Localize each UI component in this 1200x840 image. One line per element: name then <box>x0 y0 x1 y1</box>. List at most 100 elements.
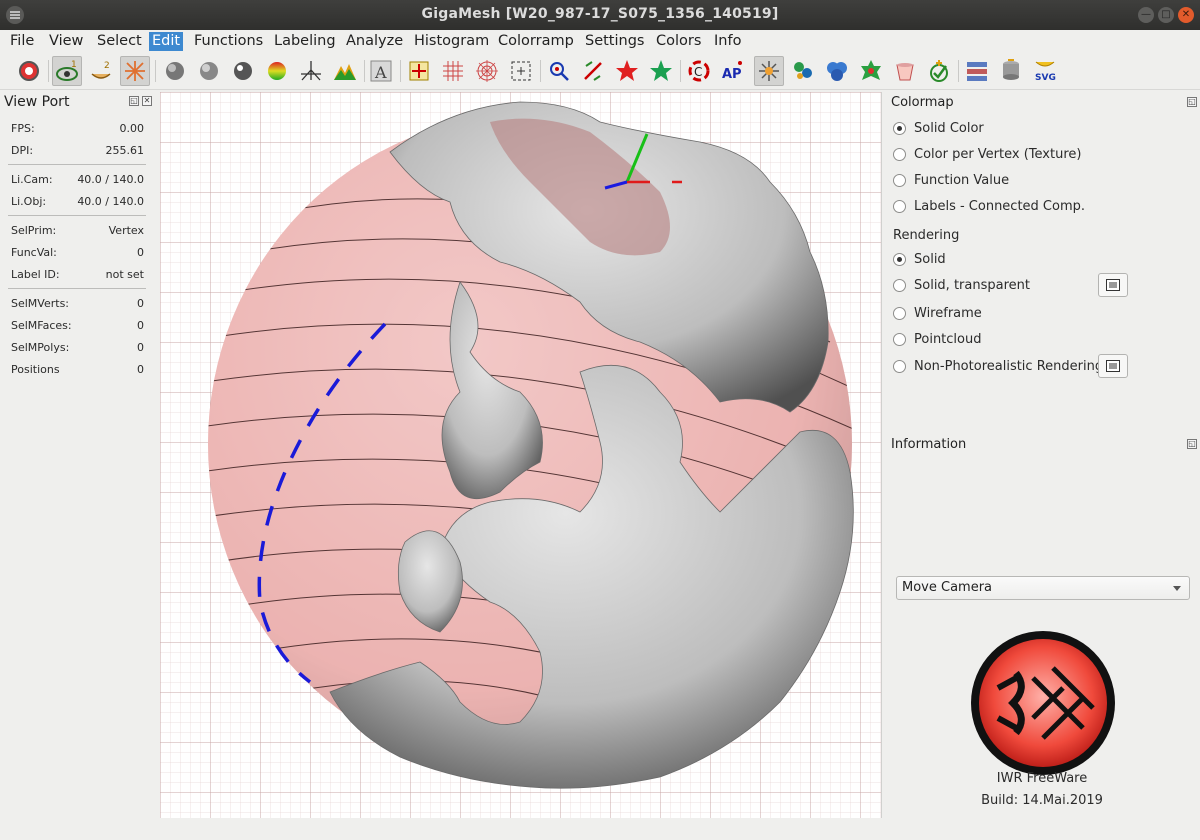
viewport-row-licam: Li.Cam: 40.0 / 140.0 <box>11 173 144 186</box>
chevron-down-icon <box>1173 586 1181 591</box>
information-title: Information <box>891 437 967 452</box>
svg-export-icon[interactable]: SVG <box>1030 56 1060 86</box>
minimize-button[interactable]: — <box>1138 7 1154 23</box>
grid-icon[interactable] <box>438 56 468 86</box>
screenshot-icon[interactable] <box>14 56 44 86</box>
right-panel: Colormap ◱ Solid Color Color per Vertex … <box>884 92 1200 840</box>
radio-button[interactable] <box>893 199 906 213</box>
menu-edit[interactable]: Edit <box>149 32 184 51</box>
bubbles-icon[interactable] <box>822 56 852 86</box>
cylinder-icon[interactable] <box>996 56 1026 86</box>
rendering-title: Rendering <box>893 228 960 243</box>
undock-information-icon[interactable]: ◱ <box>1187 439 1197 449</box>
undock-colormap-icon[interactable]: ◱ <box>1187 97 1197 107</box>
light-icon[interactable] <box>754 56 784 86</box>
undock-icon[interactable]: ◱ <box>129 96 139 106</box>
radio-button[interactable] <box>893 173 906 187</box>
viewport-row-selmfaces: SelMFaces: 0 <box>11 319 144 332</box>
radio-button[interactable] <box>893 306 906 320</box>
check-icon[interactable] <box>924 56 954 86</box>
sphere-shading-s-icon[interactable] <box>228 56 258 86</box>
mesh-render <box>160 92 881 818</box>
colormap-option-labels[interactable]: Labels - Connected Comp. <box>893 196 1085 216</box>
radio-button[interactable] <box>893 278 906 292</box>
window-titlebar: GigaMesh [W20_987-17_S075_1356_140519] —… <box>0 0 1200 30</box>
viewport-row-liobj: Li.Obj: 40.0 / 140.0 <box>11 195 144 208</box>
colormap-title: Colormap <box>891 95 954 110</box>
rendering-option-wireframe[interactable]: Wireframe <box>893 303 982 323</box>
view-mode-1-icon[interactable]: 1 <box>52 56 82 86</box>
viewport-row-positions: Positions 0 <box>11 363 144 376</box>
menu-file[interactable]: File <box>7 32 37 51</box>
viewport-panel: View Port ◱ ✕ FPS: 0.00 DPI: 255.61 Li.Cam… <box>0 92 158 840</box>
viewport-row-fps: FPS: 0.00 <box>11 122 144 135</box>
viewport-row-labelid: Label ID: not set <box>11 268 144 281</box>
view-mode-2-icon[interactable]: 2 <box>86 56 116 86</box>
menu-functions[interactable]: Functions <box>191 32 266 51</box>
cluster-icon[interactable] <box>788 56 818 86</box>
green-star-icon[interactable] <box>646 56 676 86</box>
svg-text:A: A <box>374 63 387 82</box>
menu-analyze[interactable]: Analyze <box>343 32 406 51</box>
svg-text:C: C <box>694 65 702 79</box>
menu-settings[interactable]: Settings <box>582 32 647 51</box>
viewport-row-selmpolys: SelMPolys: 0 <box>11 341 144 354</box>
layers-icon[interactable] <box>962 56 992 86</box>
text-label-icon[interactable]: A <box>366 56 396 86</box>
window-title: GigaMesh [W20_987-17_S075_1356_140519] <box>421 6 779 22</box>
colormap-option-vertex-color[interactable]: Color per Vertex (Texture) <box>893 144 1081 164</box>
close-button[interactable]: ✕ <box>1178 7 1194 23</box>
rendering-option-transparent[interactable]: Solid, transparent <box>893 275 1030 295</box>
sphere-shading-m-icon[interactable] <box>160 56 190 86</box>
green-blob-icon[interactable] <box>856 56 886 86</box>
viewport-panel-title: View Port <box>4 94 70 110</box>
view-mode-3-icon[interactable] <box>120 56 150 86</box>
mountains-icon[interactable] <box>330 56 360 86</box>
mode-select-dropdown[interactable]: Move Camera <box>896 576 1190 600</box>
radio-button[interactable] <box>893 147 906 161</box>
license-label: IWR FreeWare <box>996 771 1088 786</box>
color-sphere-a-icon[interactable] <box>262 56 292 86</box>
red-star-icon[interactable] <box>612 56 642 86</box>
radio-button[interactable] <box>893 252 906 266</box>
viewport-row-funcval: FuncVal: 0 <box>11 246 144 259</box>
viewport-row-dpi: DPI: 255.61 <box>11 144 144 157</box>
menu-labeling[interactable]: Labeling <box>271 32 339 51</box>
axes-icon[interactable] <box>296 56 326 86</box>
radio-button[interactable] <box>893 121 906 135</box>
menu-colors[interactable]: Colors <box>653 32 704 51</box>
menu-histogram[interactable]: Histogram <box>411 32 492 51</box>
menu-select[interactable]: Select <box>94 32 145 51</box>
main-toolbar: 1 2 A C AP SVG <box>0 52 1200 90</box>
color-gradient-icon[interactable]: C <box>684 56 714 86</box>
menu-info[interactable]: Info <box>711 32 744 51</box>
bucket-icon[interactable] <box>890 56 920 86</box>
rendering-option-pointcloud[interactable]: Pointcloud <box>893 329 981 349</box>
colormap-option-solid-color[interactable]: Solid Color <box>893 118 984 138</box>
colormap-option-function-value[interactable]: Function Value <box>893 170 1009 190</box>
no-selection-icon[interactable] <box>578 56 608 86</box>
radio-button[interactable] <box>893 359 906 373</box>
menu-view[interactable]: View <box>46 32 86 51</box>
select-tool-icon[interactable] <box>544 56 574 86</box>
viewport-row-selmverts: SelMVerts: 0 <box>11 297 144 310</box>
svg-text:2: 2 <box>104 61 110 71</box>
npr-settings-button[interactable] <box>1098 354 1128 378</box>
rendering-option-npr[interactable]: Non-Photorealistic Rendering <box>893 356 1103 376</box>
ap-icon[interactable]: AP <box>718 56 748 86</box>
transparency-settings-button[interactable] <box>1098 273 1128 297</box>
close-panel-icon[interactable]: ✕ <box>142 96 152 106</box>
frame-icon[interactable] <box>506 56 536 86</box>
3d-viewport-canvas[interactable] <box>160 92 882 818</box>
sphere-shading-d-icon[interactable] <box>194 56 224 86</box>
polar-grid-icon[interactable] <box>472 56 502 86</box>
crosshair-icon[interactable] <box>404 56 434 86</box>
gigamesh-logo <box>971 631 1115 775</box>
build-label: Build: 14.Mai.2019 <box>981 793 1103 808</box>
viewport-row-selprim: SelPrim: Vertex <box>11 224 144 237</box>
maximize-button[interactable]: □ <box>1158 7 1174 23</box>
radio-button[interactable] <box>893 332 906 346</box>
svg-text:1: 1 <box>71 60 77 70</box>
menu-colorramp[interactable]: Colorramp <box>495 32 577 51</box>
rendering-option-solid[interactable]: Solid <box>893 249 946 269</box>
